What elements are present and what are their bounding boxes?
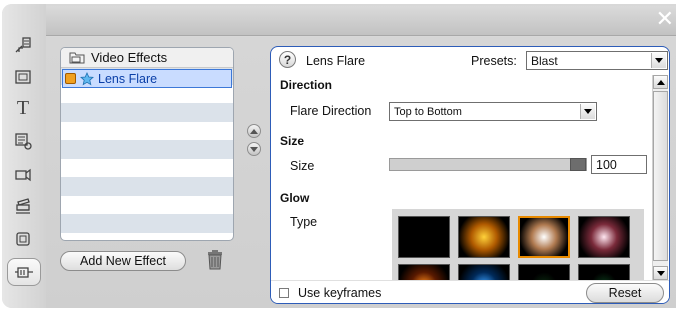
glow-type-option[interactable]: [398, 216, 450, 258]
effect-settings-panel: ? Lens Flare Presets: Blast Direction Fl…: [270, 46, 670, 304]
add-new-effect-button[interactable]: Add New Effect: [60, 251, 186, 271]
glow-type-grid: [392, 209, 644, 280]
glow-type-option[interactable]: [518, 264, 570, 280]
glow-type-option[interactable]: [578, 264, 630, 280]
scroll-up-button[interactable]: [653, 75, 668, 89]
title-bar: ✕: [46, 6, 676, 36]
flare-direction-label: Flare Direction: [290, 104, 372, 118]
glow-type-option[interactable]: [518, 216, 570, 258]
effects-list-header: Video Effects: [61, 48, 233, 68]
effects-list: Video Effects Lens Flare: [60, 47, 234, 241]
title-tool-icon[interactable]: T: [10, 95, 36, 121]
size-slider[interactable]: [389, 158, 587, 171]
list-item[interactable]: Lens Flare: [62, 69, 232, 88]
size-value: 100: [596, 157, 617, 172]
use-keyframes-checkbox[interactable]: [279, 288, 289, 298]
tool-sidebar: T: [2, 4, 46, 308]
glow-type-option[interactable]: [458, 216, 510, 258]
size-slider-thumb[interactable]: [570, 158, 586, 171]
effect-label: Lens Flare: [98, 71, 158, 86]
folder-icon: [69, 52, 85, 64]
size-input[interactable]: 100: [591, 155, 647, 174]
trash-icon[interactable]: [206, 249, 224, 271]
panel-footer: Use keyframes Reset: [271, 280, 669, 303]
audio-tool-icon[interactable]: [10, 161, 36, 187]
chevron-down-icon[interactable]: [651, 53, 666, 68]
album-tool-icon[interactable]: [10, 64, 36, 90]
chevron-down-icon[interactable]: [580, 104, 595, 119]
move-down-button[interactable]: [247, 142, 261, 156]
panel-title: Lens Flare: [306, 54, 366, 68]
star-icon: [80, 71, 94, 85]
presets-dropdown[interactable]: Blast: [526, 51, 668, 70]
section-size: Size: [280, 134, 305, 148]
flare-direction-value: Top to Bottom: [394, 105, 462, 118]
glow-type-option[interactable]: [398, 264, 450, 280]
scrollbar-thumb[interactable]: [653, 91, 668, 261]
video-capture-tool-icon[interactable]: [10, 193, 36, 219]
video-effects-tool-icon[interactable]: [7, 258, 41, 286]
settings-content: Direction Flare Direction Top to Bottom …: [272, 75, 652, 280]
effects-window: ✕ T Video Effects Lens Flare Add New Eff…: [2, 4, 676, 308]
main-area: Video Effects Lens Flare Add New Effect …: [46, 37, 676, 308]
move-up-button[interactable]: [247, 124, 261, 138]
effect-enabled-icon[interactable]: [65, 73, 76, 84]
panel-header: ? Lens Flare Presets: Blast: [271, 47, 669, 74]
size-label: Size: [290, 159, 315, 173]
panel-scrollbar[interactable]: [652, 75, 668, 280]
flare-direction-dropdown[interactable]: Top to Bottom: [389, 102, 597, 121]
transitions-tool-icon[interactable]: [10, 226, 36, 252]
section-direction: Direction: [280, 78, 333, 92]
use-keyframes-label: Use keyframes: [298, 286, 382, 300]
glow-type-label: Type: [290, 215, 318, 229]
glow-type-option[interactable]: [578, 216, 630, 258]
effects-list-title: Video Effects: [91, 50, 168, 65]
presets-value: Blast: [531, 53, 558, 68]
scroll-down-button[interactable]: [653, 266, 668, 280]
reset-button[interactable]: Reset: [586, 283, 664, 303]
menu-tool-icon[interactable]: [10, 128, 36, 154]
glow-type-option[interactable]: [458, 264, 510, 280]
section-glow: Glow: [280, 191, 310, 205]
project-tool-icon[interactable]: [10, 32, 36, 58]
close-icon[interactable]: ✕: [656, 9, 674, 31]
presets-label: Presets:: [471, 54, 517, 68]
help-icon[interactable]: ?: [279, 51, 296, 68]
